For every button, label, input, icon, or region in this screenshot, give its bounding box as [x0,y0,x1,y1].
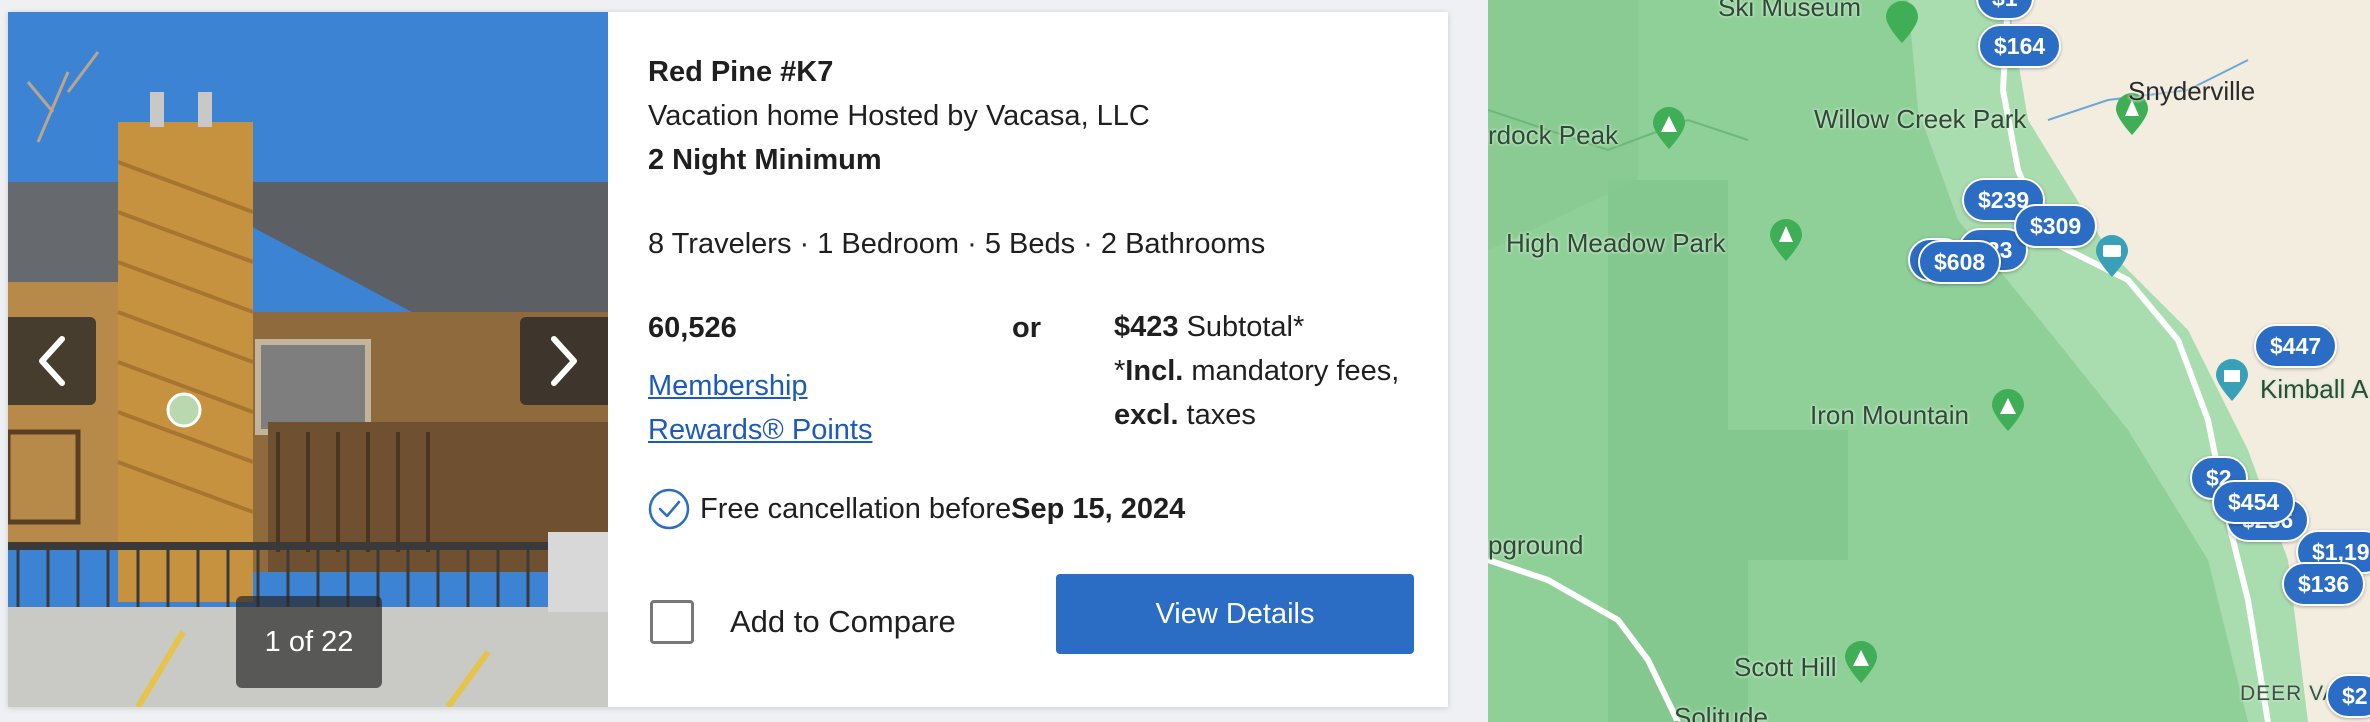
subtotal-label: Subtotal* [1178,311,1305,343]
or-separator: or [1012,312,1041,344]
listing-title: Red Pine #K7 [648,56,834,88]
price-block: $423 Subtotal* *Incl. mandatory fees, ex… [1114,305,1404,437]
subtotal-price: $423 [1114,311,1179,343]
cancel-text: Free cancellation before [700,492,1012,525]
previous-photo-button[interactable] [8,317,96,405]
map-label-campground: pground [1488,530,1584,560]
photo-counter: 1 of 22 [236,596,382,688]
compare-checkbox[interactable] [650,600,694,644]
park-pin-icon [1886,1,1918,43]
map-label-solitude: Solitude [1674,702,1768,722]
park-pin-icon [1992,389,2024,431]
map-label-scott-hill: Scott Hill [1734,652,1837,682]
listing-card[interactable]: 1 of 22 Red Pine #K7 Vacation home Hoste… [8,12,1448,707]
price-pin[interactable]: $608 [1918,240,2002,284]
listing-specs: 8 Travelers · 1 Bedroom · 5 Beds · 2 Bat… [648,228,1266,260]
fees-excl: excl. [1114,399,1179,431]
park-pin-icon [1653,107,1685,149]
camera-pin-icon [2096,235,2128,277]
chevron-left-icon [39,336,65,386]
price-pin[interactable]: $447 [2254,324,2338,368]
cancel-date: Sep 15, 2024 [1011,492,1186,525]
map-panel[interactable]: Ski Museum Snyderville Willow Creek Park… [1488,0,2370,722]
map-label-deer-valley: DEER VA [2240,682,2338,705]
park-pin-icon [1845,641,1877,683]
minimum-stay: 2 Night Minimum [648,144,882,176]
price-pin[interactable]: $309 [2014,204,2098,248]
view-details-button[interactable]: View Details [1056,574,1414,654]
membership-rewards-link[interactable]: Membership Rewards® Points [648,364,908,452]
map-label-willow-creek-park: Willow Creek Park [1814,104,2027,134]
map-label-iron-mountain: Iron Mountain [1810,400,1969,430]
check-circle-icon [648,488,690,530]
price-pin[interactable]: $2 [2326,674,2370,718]
museum-pin-icon [2216,359,2248,401]
next-photo-button[interactable] [520,317,608,405]
fees-note-suffix: taxes [1178,399,1256,431]
map-label-high-meadow-park: High Meadow Park [1506,228,1726,258]
fees-note-mid: mandatory fees, [1183,355,1400,387]
chevron-right-icon [551,336,577,386]
map-label-murdock-peak: rdock Peak [1488,120,1619,150]
price-pin[interactable]: $164 [1978,24,2062,68]
free-cancellation: Free cancellation before Sep 15, 2024 [648,488,1185,530]
add-to-compare[interactable]: Add to Compare [650,600,956,644]
price-pin[interactable]: $454 [2212,480,2296,524]
fees-incl: Incl. [1125,355,1184,387]
compare-label: Add to Compare [730,604,956,639]
listing-subtitle: Vacation home Hosted by Vacasa, LLC [648,100,1150,132]
park-pin-icon [1770,219,1802,261]
listing-details: Red Pine #K7 Vacation home Hosted by Vac… [648,12,1428,707]
price-pin[interactable]: $136 [2282,562,2366,606]
points-value: 60,526 [648,312,737,344]
listing-photo-gallery[interactable]: 1 of 22 [8,12,608,707]
fees-note-prefix: * [1114,355,1126,387]
map-label-kimball: Kimball A [2260,374,2369,404]
map-label-snyderville: Snyderville [2128,76,2256,106]
map-label-ski-museum: Ski Museum [1718,0,1862,22]
